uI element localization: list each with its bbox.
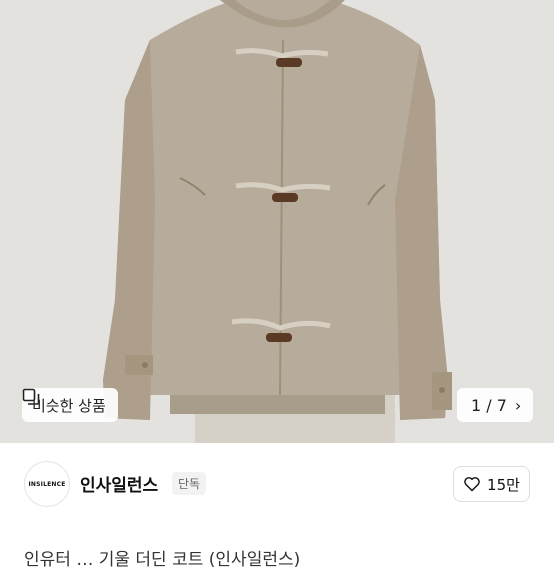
shop-logo-text: INSILENCE xyxy=(28,480,66,488)
shop-name[interactable]: 인사일런스 xyxy=(80,471,158,496)
coat-photo xyxy=(0,0,554,443)
similar-items-label: 비슷한 상품 xyxy=(32,396,106,415)
similar-items-button[interactable]: 비슷한 상품 xyxy=(22,388,118,422)
shop-logo[interactable]: INSILENCE xyxy=(24,461,70,507)
exclusive-badge: 단독 xyxy=(172,472,207,495)
product-image[interactable]: 비슷한 상품 1 / 7 › xyxy=(0,0,554,443)
heart-outline-icon xyxy=(464,477,480,492)
like-count: 15만 xyxy=(487,475,520,494)
image-counter-text: 1 / 7 xyxy=(471,395,507,415)
image-counter[interactable]: 1 / 7 › xyxy=(457,388,534,422)
like-button[interactable]: 15만 xyxy=(453,466,530,502)
similar-items-icon xyxy=(22,388,40,405)
chevron-right-icon: › xyxy=(514,395,522,415)
product-title: 인유터 … 기울 더딘 코트 (인사일런스) xyxy=(24,550,301,570)
